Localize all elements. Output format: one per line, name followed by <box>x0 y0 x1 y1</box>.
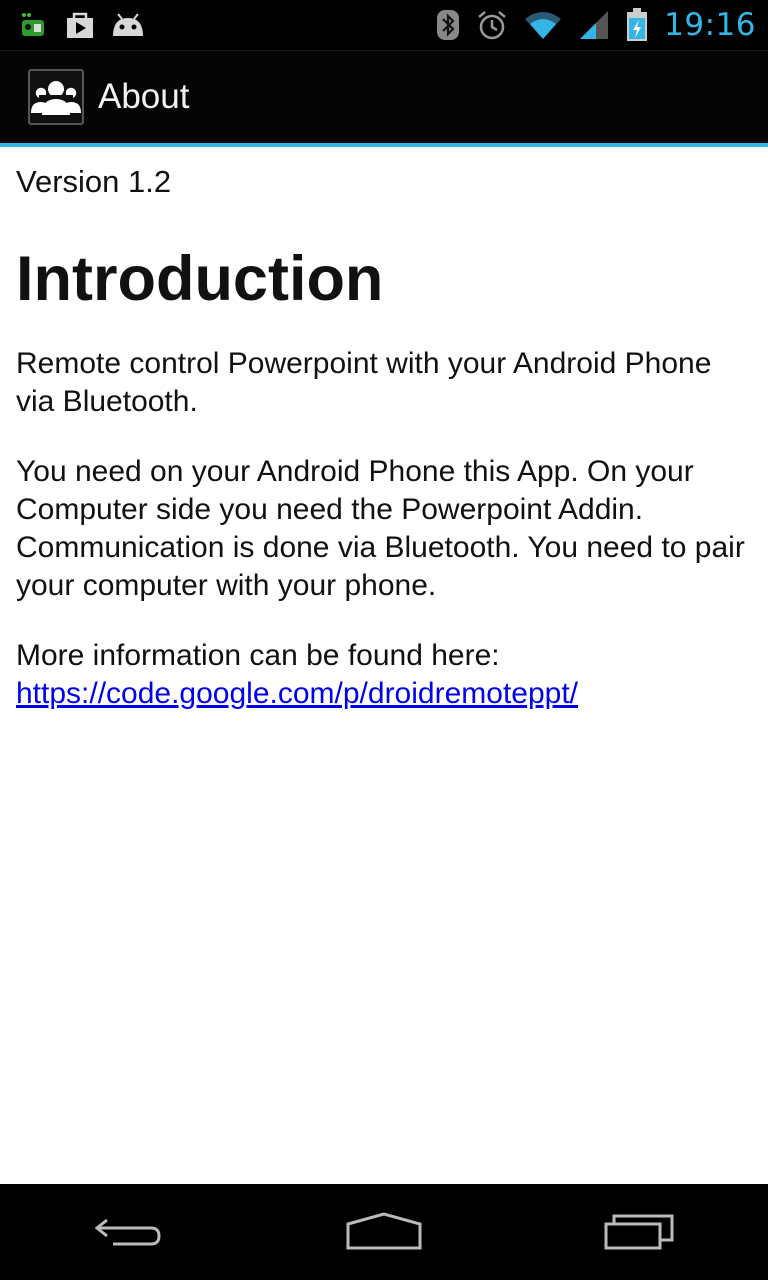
intro-paragraph-2: You need on your Android Phone this App.… <box>16 455 745 602</box>
android-debug-icon <box>110 10 146 40</box>
home-button[interactable] <box>324 1184 444 1280</box>
bluetooth-icon <box>436 9 460 41</box>
notification-icons <box>18 10 146 40</box>
back-icon <box>94 1218 161 1246</box>
cell-signal-icon <box>578 10 610 40</box>
page-title: About <box>98 77 190 116</box>
play-store-icon <box>64 10 96 40</box>
recent-apps-button[interactable] <box>580 1184 700 1280</box>
home-icon <box>346 1212 422 1250</box>
alarm-icon <box>476 9 508 41</box>
intro-paragraph-1: Remote control Powerpoint with your Andr… <box>16 347 712 418</box>
info-prefix: More information can be found here: <box>16 639 500 672</box>
people-group-icon[interactable] <box>28 69 84 125</box>
action-bar: About <box>0 50 768 143</box>
project-link[interactable]: https://code.google.com/p/droidremoteppt… <box>16 677 578 710</box>
status-clock: 19:16 <box>664 7 756 43</box>
notification-app-icon <box>18 10 50 40</box>
status-bar: 19:16 <box>0 0 768 50</box>
about-content: Version 1.2 Introduction Remote control … <box>0 147 768 1184</box>
system-status-icons: 19:16 <box>436 7 756 43</box>
info-paragraph: More information can be found here: http… <box>16 637 752 713</box>
battery-charging-icon <box>626 8 648 42</box>
back-button[interactable] <box>68 1184 188 1280</box>
version-text: Version 1.2 <box>16 164 172 199</box>
intro-heading: Introduction <box>16 244 384 314</box>
recent-apps-icon <box>604 1214 674 1250</box>
wifi-icon <box>524 10 562 40</box>
navigation-bar <box>0 1184 768 1280</box>
